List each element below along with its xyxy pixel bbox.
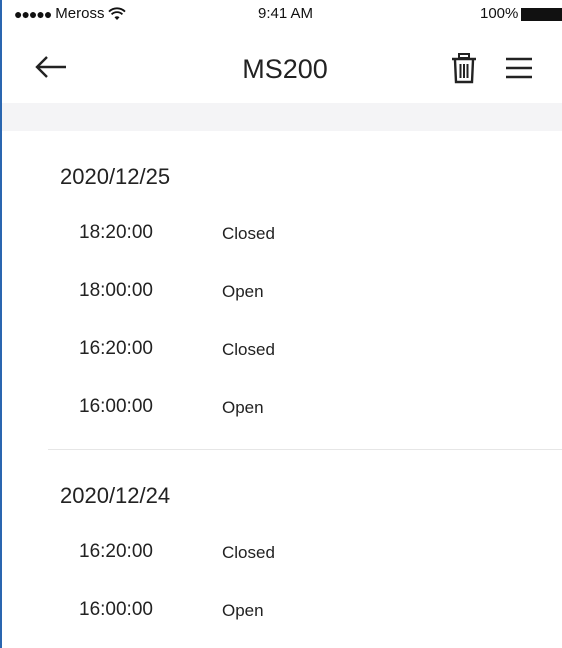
event-state: Open [222, 398, 264, 417]
list-item: 16:20:00 Closed [2, 541, 562, 581]
date-heading: 2020/12/24 [60, 483, 171, 508]
wifi-icon [108, 6, 127, 20]
group-divider [48, 449, 562, 450]
list-item: 16:00:00 Open [2, 396, 562, 436]
battery-percentage: 100% [480, 5, 519, 22]
header-divider-band [2, 103, 562, 131]
status-time: 9:41 AM [258, 5, 314, 22]
list-item: 16:20:00 Closed [2, 338, 562, 378]
battery-icon [521, 8, 562, 21]
event-state: Open [222, 282, 264, 301]
event-time: 16:00:00 [79, 396, 153, 417]
menu-icon[interactable] [504, 56, 534, 80]
event-time: 18:20:00 [79, 222, 153, 243]
signal-strength-dots: ●●●●● [14, 5, 52, 22]
date-heading: 2020/12/25 [60, 164, 171, 189]
carrier-info: ●●●●● Meross [14, 5, 127, 22]
list-item: 16:00:00 Open [2, 599, 562, 639]
event-time: 16:00:00 [79, 599, 153, 620]
event-time: 16:20:00 [79, 541, 153, 562]
carrier-name: Meross [55, 5, 105, 22]
event-state: Closed [222, 340, 275, 359]
page-title: MS200 [242, 54, 328, 84]
list-item: 18:20:00 Closed [2, 222, 562, 262]
list-item: 18:00:00 Open [2, 280, 562, 320]
phone-screen: ●●●●● Meross 9:41 AM 100% MS200 2020/12/… [0, 0, 562, 648]
event-time: 18:00:00 [79, 280, 153, 301]
event-time: 16:20:00 [79, 338, 153, 359]
event-state: Closed [222, 543, 275, 562]
trash-icon[interactable] [450, 52, 478, 84]
event-state: Closed [222, 224, 275, 243]
nav-bar: MS200 [2, 30, 562, 102]
event-state: Open [222, 601, 264, 620]
status-bar: ●●●●● Meross 9:41 AM 100% [2, 0, 562, 30]
